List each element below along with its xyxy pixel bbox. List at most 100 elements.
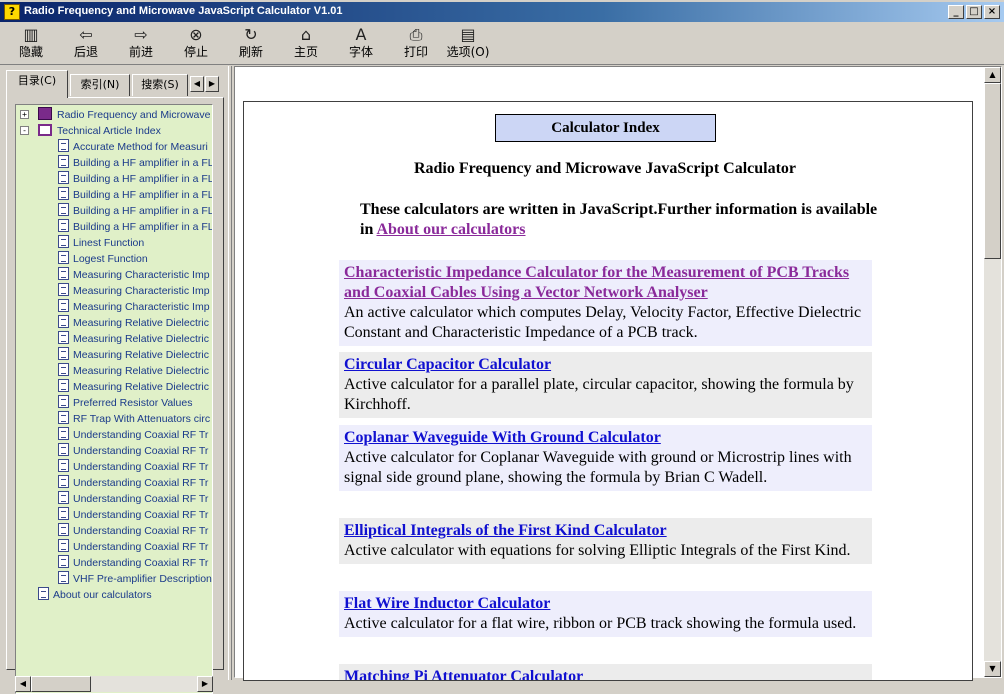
tree-item-label: Logest Function [73, 253, 148, 265]
tab-search[interactable]: 搜索(S) [132, 74, 188, 96]
font-icon: A [355, 25, 367, 44]
page-icon [58, 347, 69, 360]
tree-item[interactable]: Preferred Resistor Values [58, 395, 192, 411]
stop-button[interactable]: ⊗ 停止 [171, 25, 221, 63]
calculator-link[interactable]: Flat Wire Inductor Calculator [344, 595, 550, 612]
scroll-down-icon[interactable]: ▼ [984, 661, 1001, 677]
tree-item[interactable]: Measuring Relative Dielectric [58, 331, 209, 347]
tab-scroll-left-icon[interactable]: ◀ [190, 76, 204, 92]
calculator-description: Active calculator for Coplanar Waveguide… [344, 449, 852, 486]
calculator-entry: Coplanar Waveguide With Ground Calculato… [339, 425, 872, 491]
tree-item-label: Understanding Coaxial RF Tr [73, 461, 209, 473]
tab-index[interactable]: 索引(N) [70, 74, 130, 96]
page-icon [58, 523, 69, 536]
tree-item[interactable]: Accurate Method for Measuri [58, 139, 208, 155]
pane-splitter[interactable] [228, 66, 232, 680]
about-calculators-link[interactable]: About our calculators [376, 221, 525, 238]
contents-tree: + Radio Frequency and Microwave - Technical… [15, 104, 213, 694]
tab-scroll-right-icon[interactable]: ▶ [205, 76, 219, 92]
refresh-button[interactable]: ↻ 刷新 [226, 25, 276, 63]
calculator-link[interactable]: Elliptical Integrals of the First Kind C… [344, 522, 667, 539]
tree-item[interactable]: Understanding Coaxial RF Tr [58, 443, 208, 459]
tree-item[interactable]: Logest Function [58, 251, 148, 267]
page-icon [58, 235, 69, 248]
tree-item[interactable]: RF Trap With Attenuators circ [58, 411, 210, 427]
toolbar: ▥ 隐藏 ⇦ 后退 ⇨ 前进 ⊗ 停止 ↻ 刷新 ⌂ 主页 A 字体 ⎙ 打印 ▤ 选项(O) [0, 23, 1004, 65]
tree-item[interactable]: Building a HF amplifier in a FL [58, 203, 212, 219]
tree-item[interactable]: Understanding Coaxial RF Tr [58, 459, 208, 475]
tree-item[interactable]: Understanding Coaxial RF Tr [58, 507, 208, 523]
tree-item[interactable]: Understanding Coaxial RF Tr [58, 523, 208, 539]
tree-item[interactable]: About our calculators [38, 587, 152, 603]
tree-item[interactable]: Building a HF amplifier in a FL [58, 171, 212, 187]
content-pane: Calculator Index Radio Frequency and Mic… [234, 66, 1002, 681]
calculator-link[interactable]: Coplanar Waveguide With Ground Calculato… [344, 429, 661, 446]
page-icon [58, 379, 69, 392]
tree-item[interactable]: Building a HF amplifier in a FL [58, 155, 213, 171]
tree-item[interactable]: Measuring Characteristic Imp [58, 299, 210, 315]
back-button[interactable]: ⇦ 后退 [61, 25, 111, 63]
content-scroll-thumb[interactable] [984, 83, 1001, 259]
print-icon: ⎙ [409, 25, 423, 44]
tree-item-label: Building a HF amplifier in a FL [73, 157, 213, 169]
collapse-icon[interactable]: - [20, 126, 29, 135]
page-subtitle: Radio Frequency and Microwave JavaScript… [413, 160, 797, 177]
content-vertical-scrollbar[interactable]: ▲ ▼ [984, 67, 1001, 677]
help-question-icon: ? [4, 4, 20, 20]
tree-item[interactable]: Understanding Coaxial RF Tr [58, 555, 208, 571]
calculator-entry: Elliptical Integrals of the First Kind C… [339, 518, 872, 564]
page-icon [58, 427, 69, 440]
tree-item[interactable]: Measuring Relative Dielectric [58, 363, 209, 379]
scroll-thumb[interactable] [31, 676, 91, 692]
page-icon [58, 395, 69, 408]
maximize-icon[interactable]: □ [966, 5, 982, 19]
page-icon [58, 299, 69, 312]
scroll-up-icon[interactable]: ▲ [984, 67, 1001, 83]
minimize-icon[interactable]: _ [948, 5, 964, 19]
tree-item-label: About our calculators [53, 589, 152, 601]
tree-horizontal-scrollbar[interactable]: ◀ ▶ [15, 676, 213, 692]
tree-item[interactable]: Measuring Relative Dielectric [58, 347, 209, 363]
close-icon[interactable]: × [984, 5, 1000, 19]
tree-item[interactable]: Linest Function [58, 235, 144, 251]
scroll-right-icon[interactable]: ▶ [197, 676, 213, 692]
document-page: Calculator Index Radio Frequency and Mic… [243, 101, 973, 681]
home-button[interactable]: ⌂ 主页 [281, 25, 331, 63]
options-button[interactable]: ▤ 选项(O) [440, 25, 496, 63]
tree-item-label: Building a HF amplifier in a FL [73, 221, 213, 233]
tree-item[interactable]: Understanding Coaxial RF Tr [58, 427, 208, 443]
tree-item[interactable]: Building a HF amplifier in a FL [58, 219, 213, 235]
tree-item[interactable]: - Technical Article Index [20, 123, 161, 139]
tree-item[interactable]: Understanding Coaxial RF Tr [58, 475, 208, 491]
forward-button[interactable]: ⇨ 前进 [116, 25, 166, 63]
tree-item[interactable]: Building a HF amplifier in a FL [58, 187, 213, 203]
tree-item[interactable]: Measuring Relative Dielectric [58, 379, 209, 395]
page-icon [58, 411, 69, 424]
tree-item[interactable]: Measuring Characteristic Imp [58, 283, 210, 299]
calculator-link[interactable]: Characteristic Impedance Calculator for … [344, 264, 849, 301]
scroll-left-icon[interactable]: ◀ [15, 676, 31, 692]
page-icon [58, 459, 69, 472]
hide-button[interactable]: ▥ 隐藏 [6, 25, 56, 63]
page-icon [58, 507, 69, 520]
print-button[interactable]: ⎙ 打印 [391, 25, 441, 63]
tree-item-label: Building a HF amplifier in a FL [73, 189, 213, 201]
stop-icon: ⊗ [189, 25, 203, 44]
page-icon [58, 443, 69, 456]
calculator-description: Active calculator for a parallel plate, … [344, 376, 854, 413]
calculator-entry: Matching Pi Attenuator Calculator [339, 664, 872, 680]
expand-icon[interactable]: + [20, 110, 29, 119]
tab-contents[interactable]: 目录(C) [6, 70, 68, 98]
page-icon [58, 315, 69, 328]
tree-item[interactable]: VHF Pre-amplifier Description [58, 571, 212, 587]
tree-item[interactable]: Understanding Coaxial RF Tr [58, 539, 208, 555]
calculator-link[interactable]: Circular Capacitor Calculator [344, 356, 551, 373]
tree-item[interactable]: + Radio Frequency and Microwave [20, 107, 211, 123]
page-icon [58, 203, 69, 216]
tree-item[interactable]: Understanding Coaxial RF Tr [58, 491, 208, 507]
tree-item[interactable]: Measuring Relative Dielectric [58, 315, 209, 331]
font-button[interactable]: A 字体 [336, 25, 386, 63]
tree-item[interactable]: Measuring Characteristic Imp [58, 267, 210, 283]
title-bar[interactable]: ? Radio Frequency and Microwave JavaScri… [0, 2, 1004, 22]
calculator-link[interactable]: Matching Pi Attenuator Calculator [344, 668, 583, 680]
